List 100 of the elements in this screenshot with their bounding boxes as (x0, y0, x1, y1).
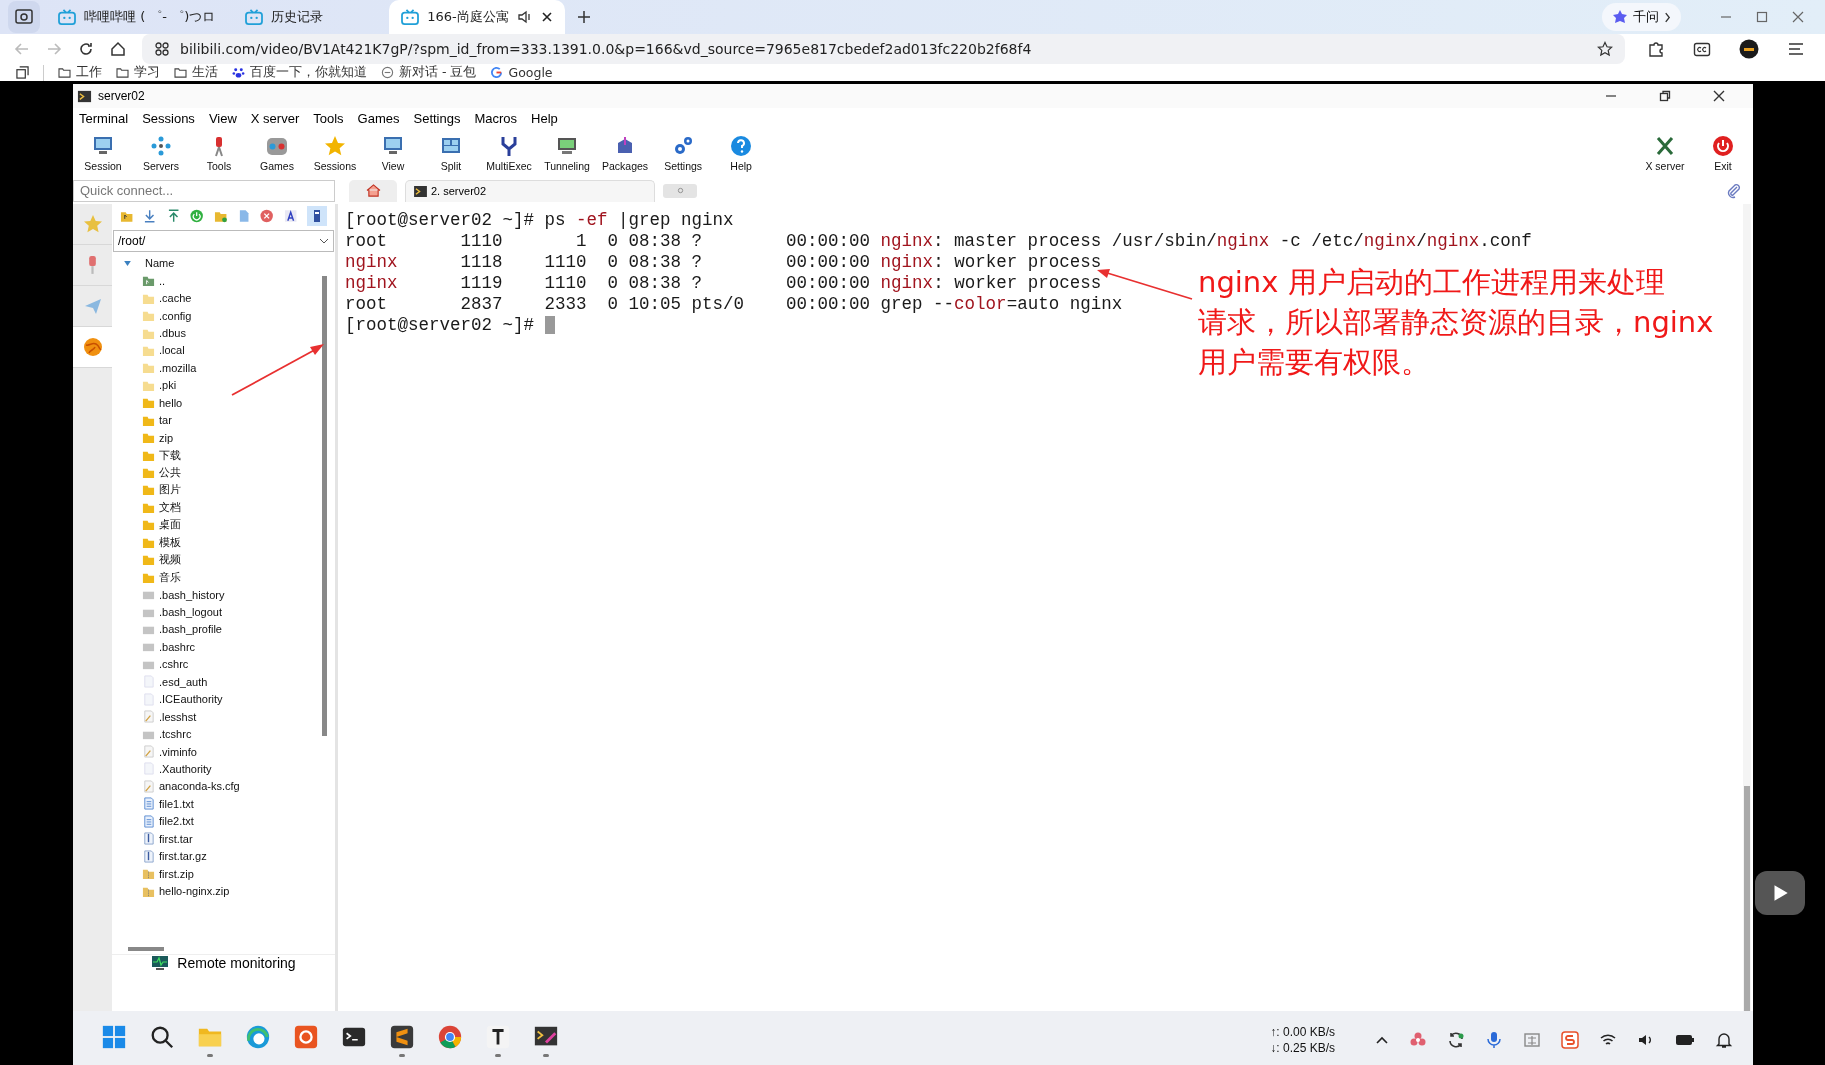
menu-icon[interactable] (1787, 40, 1805, 58)
tabs-icon[interactable] (16, 66, 29, 79)
puzzle-icon[interactable] (1647, 40, 1665, 58)
file-name[interactable]: 公共 (159, 465, 181, 481)
bookmark[interactable]: 生活 (174, 64, 218, 81)
sidebar-tab[interactable] (73, 327, 112, 368)
file-name[interactable]: .tcshrc (159, 728, 192, 741)
file-name[interactable]: .cshrc (159, 658, 189, 671)
browser-tab[interactable]: 166-尚庭公寓 (389, 0, 565, 34)
file-name[interactable]: .ICEauthority (159, 693, 223, 706)
bookmark[interactable]: 学习 (116, 64, 160, 81)
speaker-icon[interactable] (516, 9, 533, 25)
maximize-icon[interactable] (1756, 11, 1768, 23)
file-name[interactable]: .bash_history (159, 588, 225, 601)
quick-connect-field[interactable]: Quick connect... (73, 179, 335, 202)
delete-icon[interactable] (260, 209, 274, 223)
close-icon[interactable] (1713, 90, 1725, 102)
site-info-icon[interactable] (154, 41, 170, 57)
refresh-icon[interactable] (190, 209, 204, 223)
file-name[interactable]: .mozilla (159, 361, 197, 374)
reload-icon[interactable] (78, 41, 94, 57)
bookmark[interactable]: 百度一下，你就知道 (232, 64, 367, 81)
path-dropdown[interactable]: /root/ (113, 230, 334, 252)
properties-button[interactable] (307, 206, 327, 226)
toolbar-button[interactable]: Split (425, 132, 477, 174)
menu-item[interactable]: Tools (313, 111, 344, 126)
scrollbar-thumb[interactable] (322, 276, 327, 736)
toolbar-button[interactable]: Packages (599, 132, 652, 174)
toolbar-button[interactable]: Settings (657, 132, 710, 174)
toolbar-button[interactable]: View (367, 132, 419, 174)
file-name[interactable]: hello (159, 396, 183, 409)
close-icon[interactable] (540, 11, 553, 23)
home-tab[interactable] (349, 179, 397, 202)
bookmark-star-icon[interactable] (1597, 41, 1613, 57)
toolbar-button[interactable]: Session (77, 132, 129, 174)
file-name[interactable]: .config (159, 309, 192, 322)
bookmark[interactable]: 工作 (58, 64, 102, 81)
menu-item[interactable]: Settings (413, 111, 461, 126)
menu-item[interactable]: View (208, 111, 237, 126)
file-name[interactable]: 视频 (159, 552, 181, 568)
avatar-icon[interactable] (1739, 39, 1759, 59)
menu-item[interactable]: Terminal (79, 111, 129, 126)
rename-icon[interactable] (283, 209, 297, 223)
home-icon[interactable] (110, 41, 126, 57)
file-name[interactable]: tar (159, 414, 172, 427)
bookmark[interactable]: Google (490, 65, 553, 80)
file-name[interactable]: .bash_profile (159, 623, 222, 636)
session-tab[interactable]: 2. server02 (405, 179, 655, 202)
address-bar[interactable]: bilibili.com/video/BV1At421K7gP/?spm_id_from=333.1391.0.0&p=166&vd_source=7965e817cbedef2ad013fc220b2f68f4 (142, 34, 1625, 64)
file-name[interactable]: 下载 (159, 447, 181, 463)
file-name[interactable]: .lesshst (159, 710, 197, 723)
tab-search-icon[interactable] (8, 1, 40, 33)
file-name[interactable]: .viminfo (159, 745, 197, 758)
caption-icon[interactable] (1693, 40, 1711, 58)
file-name[interactable]: 音乐 (159, 569, 181, 585)
menu-item[interactable]: Help (531, 111, 558, 126)
s-logo-icon[interactable] (1561, 1031, 1579, 1049)
browser-tab[interactable]: 哔哩哔哩 ( ゜- ゜)つロ (46, 0, 228, 34)
sync-icon[interactable] (1447, 1031, 1465, 1049)
file-name[interactable]: .bash_logout (159, 606, 222, 619)
file-name[interactable]: file2.txt (159, 815, 194, 828)
toolbar-button[interactable]: Sessions (309, 132, 361, 174)
toolbar-button[interactable]: X server (1639, 132, 1691, 174)
restore-icon[interactable] (1659, 90, 1671, 102)
file-name[interactable]: anaconda-ks.cfg (159, 780, 240, 793)
file-name[interactable]: 图片 (159, 482, 181, 498)
file-name[interactable]: first.zip (159, 867, 194, 880)
file-name[interactable]: .. (159, 274, 166, 287)
file-name[interactable]: first.tar.gz (159, 850, 207, 863)
file-name[interactable]: 文档 (159, 499, 181, 515)
toolbar-button[interactable]: Servers (135, 132, 187, 174)
toolbar-button[interactable]: Tunneling (541, 132, 593, 174)
file-name[interactable]: .bashrc (159, 640, 196, 653)
folder-up-icon[interactable] (120, 209, 134, 223)
menu-item[interactable]: Games (357, 111, 400, 126)
file-name[interactable]: .cache (159, 292, 192, 305)
download-icon[interactable] (143, 209, 157, 223)
file-name[interactable]: file1.txt (159, 797, 194, 810)
toolbar-button[interactable]: Help (715, 132, 768, 174)
file-name[interactable]: .local (159, 344, 185, 357)
notification-icon[interactable] (1715, 1031, 1733, 1049)
file-name[interactable]: 桌面 (159, 517, 181, 533)
assistant-button[interactable]: 千问 (1602, 3, 1681, 31)
file-name[interactable]: hello-nginx.zip (159, 885, 230, 898)
scrollbar-thumb[interactable] (128, 947, 164, 951)
bookmark[interactable]: 新对话 - 豆包 (381, 64, 477, 81)
toolbar-button[interactable]: Games (251, 132, 303, 174)
paperclip-icon[interactable] (1725, 182, 1741, 199)
file-name[interactable]: zip (159, 431, 174, 444)
menu-item[interactable]: Sessions (142, 111, 195, 126)
scrollbar-thumb[interactable] (1744, 786, 1750, 1011)
file-name[interactable]: 模板 (159, 534, 181, 550)
browser-tab[interactable]: 历史记录 (233, 0, 384, 34)
file-name[interactable]: .pki (159, 379, 177, 392)
play-button[interactable] (1755, 871, 1805, 915)
file-name[interactable]: first.tar (159, 832, 193, 845)
toolbar-button[interactable]: MultiExec (483, 132, 535, 174)
upload-icon[interactable] (166, 209, 181, 223)
input-method-icon[interactable] (1523, 1031, 1541, 1049)
menu-item[interactable]: Macros (474, 111, 518, 126)
